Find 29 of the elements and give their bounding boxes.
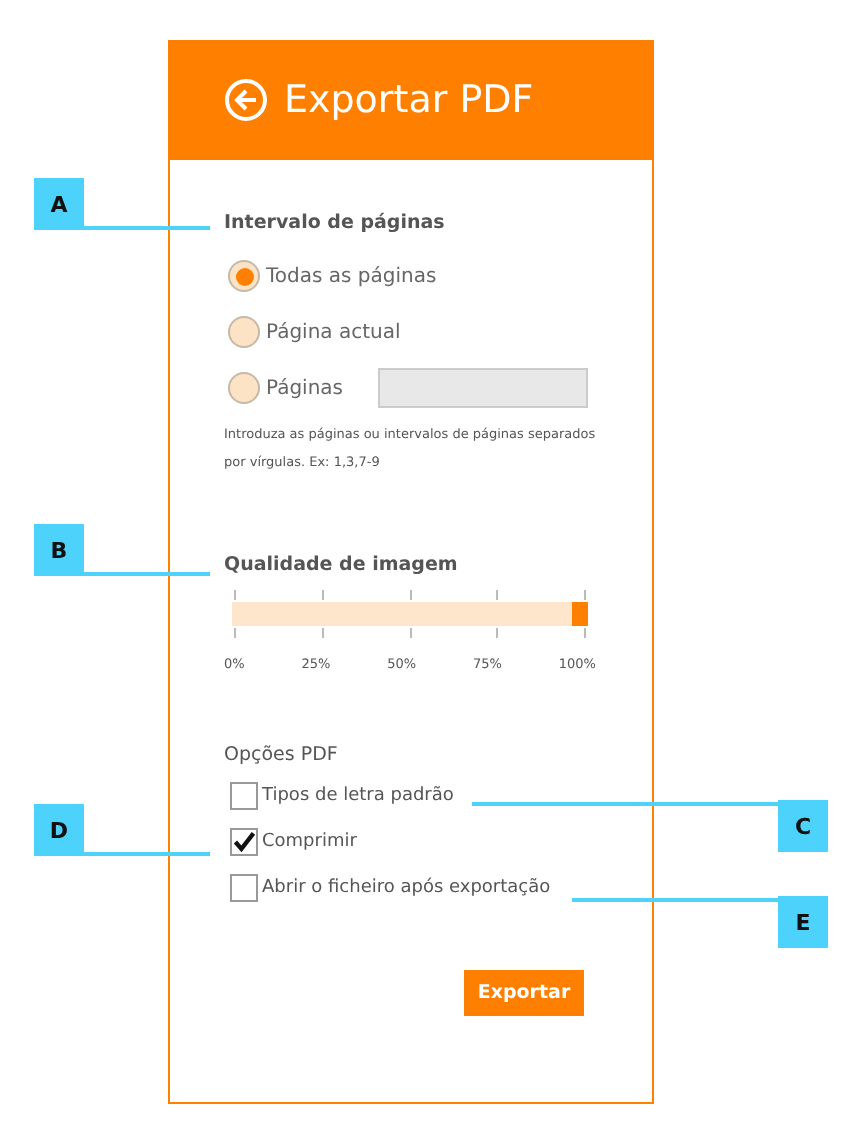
dialog-title: Exportar PDF — [284, 78, 534, 122]
callout-label: A — [34, 178, 84, 230]
callout-label: C — [778, 800, 828, 852]
checkbox-label: Comprimir — [262, 832, 357, 852]
checkbox-label: Tipos de letra padrão — [262, 786, 454, 806]
section-heading: Qualidade de imagem — [224, 554, 460, 576]
leader-line — [82, 572, 210, 576]
back-icon[interactable] — [224, 78, 268, 122]
leader-line — [82, 226, 210, 230]
radio-label: Página actual — [266, 321, 401, 343]
section-heading: Intervalo de páginas — [224, 212, 447, 234]
radio-button[interactable] — [228, 260, 260, 292]
callout-label: B — [34, 524, 84, 576]
pages-input-field[interactable] — [377, 368, 588, 408]
leader-line — [82, 852, 210, 856]
quality-slider[interactable] — [232, 602, 588, 626]
slider-thumb[interactable] — [572, 602, 588, 626]
radio-button[interactable] — [228, 372, 260, 404]
callout-label: D — [34, 804, 84, 856]
checkbox[interactable] — [230, 874, 258, 902]
callout-label: E — [778, 896, 828, 948]
radio-label: Páginas — [266, 377, 344, 399]
checkbox[interactable] — [230, 782, 258, 810]
section-heading: Opções PDF — [224, 744, 340, 766]
radio-label: Todas as páginas — [266, 265, 437, 287]
checkbox-label: Abrir o ficheiro após exportação — [262, 878, 551, 898]
radio-button[interactable] — [228, 316, 260, 348]
export-button[interactable]: Exportar — [464, 970, 584, 1016]
checkbox[interactable] — [230, 828, 258, 856]
